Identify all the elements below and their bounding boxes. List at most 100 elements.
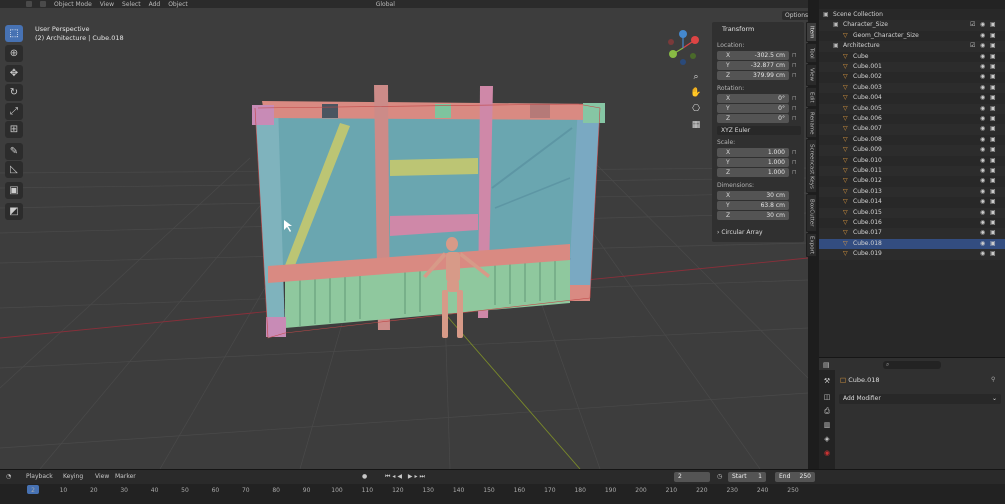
editor-type-icon[interactable]: ▤ <box>823 361 837 369</box>
outliner-object-row[interactable]: ▽ Cube.016 ◉ ▣ <box>819 218 1005 228</box>
tab-tool[interactable]: Tool <box>806 43 817 63</box>
navigation-gizmo[interactable] <box>663 28 703 68</box>
rotation-y-field[interactable]: Y 0° <box>717 104 789 113</box>
outliner-object-row[interactable]: ▽ Cube.015 ◉ ▣ <box>819 207 1005 218</box>
cursor-tool-icon[interactable]: ⊕ <box>5 45 23 62</box>
start-frame-field[interactable]: Start 1 <box>728 472 766 482</box>
annotate-tool-icon[interactable]: ✎ <box>5 143 23 160</box>
visibility-eye-icon[interactable]: ◉ <box>980 208 985 218</box>
playback-controls[interactable]: ⏮◂◀ ▶▸⏭ <box>385 473 427 481</box>
rotation-z-field[interactable]: Z 0° <box>717 114 789 123</box>
menu-object[interactable]: Object <box>168 1 188 8</box>
render-camera-icon[interactable]: ▣ <box>990 187 996 197</box>
measure-tool-icon[interactable]: ◺ <box>5 161 23 178</box>
lock-icon[interactable]: ⊓ <box>792 62 799 69</box>
visibility-eye-icon[interactable]: ◉ <box>980 72 985 82</box>
object-name-field[interactable]: □ Cube.018 <box>840 376 880 384</box>
render-camera-icon[interactable]: ▣ <box>990 145 996 155</box>
render-camera-icon[interactable]: ▣ <box>990 114 996 124</box>
tab-item[interactable]: Item <box>806 22 817 42</box>
add-modifier-dropdown[interactable]: Add Modifier ⌄ <box>839 394 1001 404</box>
scale-z-field[interactable]: Z 1.000 <box>717 168 789 177</box>
visibility-eye-icon[interactable]: ◉ <box>980 187 985 197</box>
render-camera-icon[interactable]: ▣ <box>990 104 996 114</box>
tab-rename[interactable]: Rename <box>806 108 817 138</box>
select-box-tool-icon[interactable]: ⬚ <box>5 25 23 42</box>
tool-settings-icon[interactable]: ⚒ <box>822 376 832 386</box>
visibility-eye-icon[interactable]: ◉ <box>980 93 985 103</box>
render-camera-icon[interactable]: ▣ <box>990 20 996 30</box>
properties-search-input[interactable]: ⌕ <box>883 361 941 369</box>
rotation-x-field[interactable]: X 0° <box>717 94 789 103</box>
move-tool-icon[interactable]: ✥ <box>5 65 23 82</box>
render-camera-icon[interactable]: ▣ <box>990 218 996 228</box>
menu-playback[interactable]: Playback <box>26 473 53 480</box>
visibility-eye-icon[interactable]: ◉ <box>980 166 985 176</box>
lock-icon[interactable]: ⊓ <box>792 115 799 122</box>
add-cube-tool-icon[interactable]: ▣ <box>5 182 23 199</box>
outliner-object-row[interactable]: ▽ Cube.002 ◉ ▣ <box>819 72 1005 82</box>
circular-array-panel[interactable]: › Circular Array <box>717 229 763 236</box>
visibility-eye-icon[interactable]: ◉ <box>980 176 985 186</box>
render-camera-icon[interactable]: ▣ <box>990 124 996 134</box>
view-layer-icon[interactable]: ▥ <box>822 420 832 430</box>
outliner-object-row[interactable]: ▽ Cube.006 ◉ ▣ <box>819 114 1005 124</box>
outliner-object-row[interactable]: ▽ Cube.009 ◉ ▣ <box>819 145 1005 156</box>
outliner-object-row[interactable]: ▽ Cube.003 ◉ ▣ <box>819 82 1005 94</box>
selection-mode-icon[interactable] <box>40 1 46 7</box>
visibility-eye-icon[interactable]: ◉ <box>980 41 985 51</box>
outliner-object-row[interactable]: ▽ Cube.001 ◉ ▣ <box>819 62 1005 73</box>
outliner-object-row[interactable]: ▽ Cube.007 ◉ ▣ <box>819 124 1005 135</box>
menu-object-mode[interactable]: Object Mode <box>54 1 92 8</box>
dimensions-y-field[interactable]: Y 63.8 cm <box>717 201 789 210</box>
render-camera-icon[interactable]: ▣ <box>990 93 996 103</box>
outliner-object-row[interactable]: ▽ Cube.017 ◉ ▣ <box>819 228 1005 239</box>
visibility-eye-icon[interactable]: ◉ <box>980 145 985 155</box>
camera-view-icon[interactable]: ⎔ <box>689 102 703 116</box>
visibility-eye-icon[interactable]: ◉ <box>980 249 985 259</box>
menu-view[interactable]: View <box>95 473 109 480</box>
render-camera-icon[interactable]: ▣ <box>990 197 996 207</box>
visibility-eye-icon[interactable]: ◉ <box>980 114 985 124</box>
render-camera-icon[interactable]: ▣ <box>990 239 996 249</box>
tab-view[interactable]: View <box>806 64 817 86</box>
outliner-object-row[interactable]: ▽ Cube.010 ◉ ▣ <box>819 156 1005 166</box>
scale-x-field[interactable]: X 1.000 <box>717 148 789 157</box>
render-camera-icon[interactable]: ▣ <box>990 83 996 93</box>
scene-props-icon[interactable]: ◈ <box>822 434 832 444</box>
tab-edit[interactable]: Edit <box>806 87 817 107</box>
transform-tool-icon[interactable]: ⊞ <box>5 121 23 138</box>
render-camera-icon[interactable]: ▣ <box>990 135 996 145</box>
outliner-object-row[interactable]: ▽ Cube ◉ ▣ <box>819 52 1005 62</box>
outliner-object-row[interactable]: ▽ Cube.019 ◉ ▣ <box>819 249 1005 260</box>
menu-add[interactable]: Add <box>149 1 161 8</box>
location-z-field[interactable]: Z 379.99 cm <box>717 71 789 80</box>
end-frame-field[interactable]: End 250 <box>775 472 815 482</box>
mode-select-icon[interactable] <box>26 1 32 7</box>
zoom-icon[interactable]: ⌕ <box>689 70 703 84</box>
dimensions-z-field[interactable]: Z 30 cm <box>717 211 789 220</box>
collection-checkbox-icon[interactable]: ☑ <box>970 20 975 30</box>
render-camera-icon[interactable]: ▣ <box>990 41 996 51</box>
location-x-field[interactable]: X -302.5 cm <box>717 51 789 60</box>
outliner-object-row[interactable]: ▽ Cube.005 ◉ ▣ <box>819 103 1005 114</box>
render-camera-icon[interactable]: ▣ <box>990 228 996 238</box>
pin-icon[interactable]: ⚲ <box>991 376 995 383</box>
render-camera-icon[interactable]: ▣ <box>990 31 996 41</box>
menu-select[interactable]: Select <box>122 1 141 8</box>
visibility-eye-icon[interactable]: ◉ <box>980 31 985 41</box>
lock-icon[interactable]: ⊓ <box>792 149 799 156</box>
pan-hand-icon[interactable]: ✋ <box>689 86 703 100</box>
render-camera-icon[interactable]: ▣ <box>990 166 996 176</box>
rotation-mode-dropdown[interactable]: XYZ Euler <box>717 126 801 135</box>
render-camera-icon[interactable]: ▣ <box>990 72 996 82</box>
lock-icon[interactable]: ⊓ <box>792 169 799 176</box>
timeline-editor-icon[interactable]: ◔ <box>6 473 11 480</box>
outliner-scene-row[interactable]: ▣ Scene Collection <box>819 10 1005 20</box>
visibility-eye-icon[interactable]: ◉ <box>980 124 985 134</box>
render-camera-icon[interactable]: ▣ <box>990 249 996 259</box>
visibility-eye-icon[interactable]: ◉ <box>980 228 985 238</box>
location-y-field[interactable]: Y -32.877 cm <box>717 61 789 70</box>
record-icon[interactable]: ● <box>362 473 367 480</box>
dimensions-x-field[interactable]: X 30 cm <box>717 191 789 200</box>
